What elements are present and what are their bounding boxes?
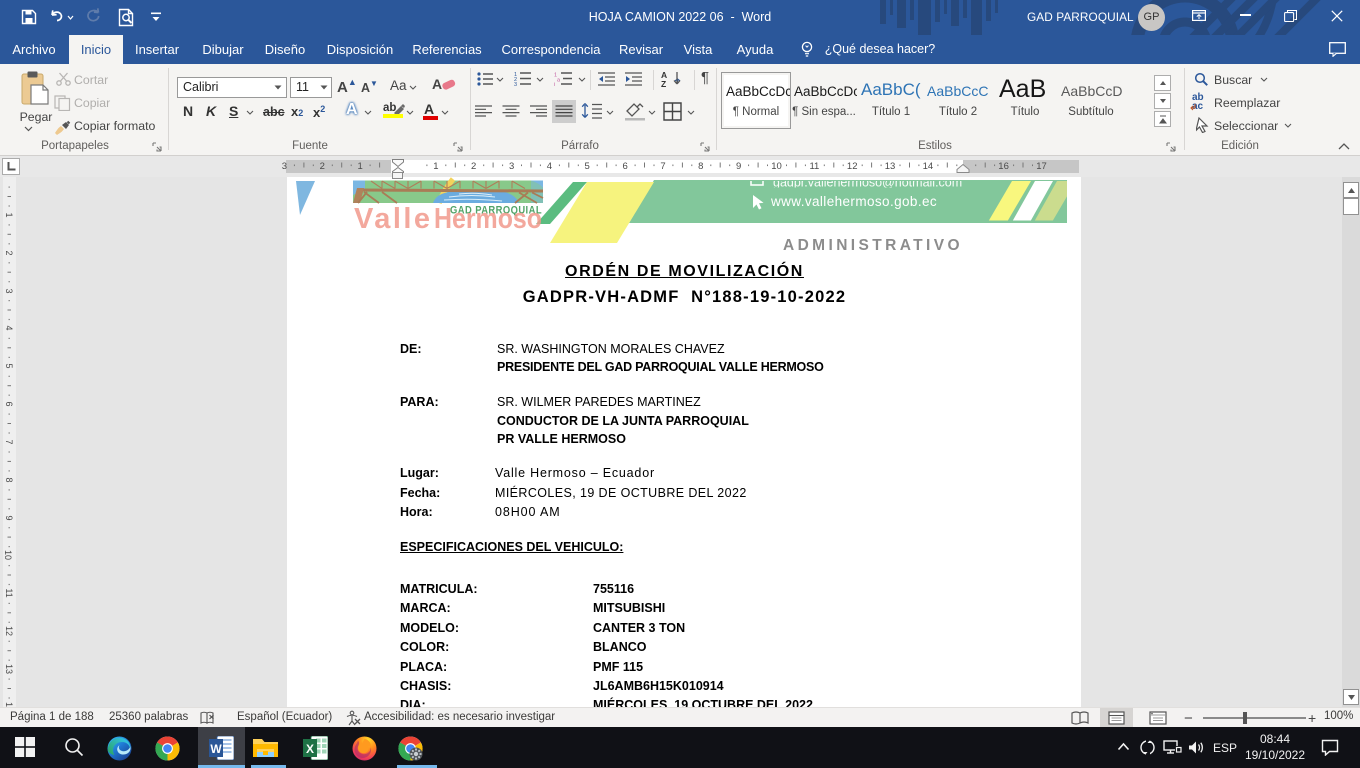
svg-text:13: 13 <box>4 664 14 674</box>
svg-text:2: 2 <box>4 250 14 255</box>
svg-text:Z: Z <box>661 79 666 88</box>
svg-text:8: 8 <box>698 161 703 172</box>
svg-text:1: 1 <box>4 212 14 217</box>
svg-text:2: 2 <box>320 161 325 172</box>
svg-text:6: 6 <box>4 401 14 406</box>
svg-text:7: 7 <box>4 439 14 444</box>
svg-text:3: 3 <box>509 161 514 172</box>
svg-text:11: 11 <box>4 588 14 597</box>
svg-text:5: 5 <box>4 363 14 368</box>
svg-text:a: a <box>557 78 561 84</box>
svg-text:10: 10 <box>771 161 782 172</box>
svg-text:4: 4 <box>547 161 552 172</box>
svg-text:16: 16 <box>998 161 1009 172</box>
svg-text:Hermoso: Hermoso <box>434 203 542 235</box>
svg-text:17: 17 <box>1036 161 1047 172</box>
svg-text:X: X <box>306 742 314 756</box>
svg-text:11: 11 <box>809 161 819 172</box>
svg-text:10: 10 <box>3 550 13 560</box>
svg-text:13: 13 <box>885 161 896 172</box>
svg-text:1: 1 <box>433 161 438 172</box>
svg-text:12: 12 <box>847 161 858 172</box>
svg-text:www.vallehermoso.gob.ec: www.vallehermoso.gob.ec <box>770 194 937 209</box>
svg-text:5: 5 <box>585 161 590 172</box>
svg-text:4: 4 <box>4 325 14 330</box>
svg-text:1: 1 <box>357 161 362 172</box>
svg-text:W: W <box>210 742 222 756</box>
svg-text:8: 8 <box>4 477 14 482</box>
svg-text:9: 9 <box>4 515 14 520</box>
svg-text:2: 2 <box>471 161 476 172</box>
svg-text:Valle: Valle <box>354 203 430 235</box>
svg-text:7: 7 <box>660 161 665 172</box>
svg-text:3: 3 <box>4 288 14 293</box>
svg-text:14: 14 <box>923 161 934 172</box>
svg-text:3: 3 <box>282 161 287 172</box>
svg-text:3: 3 <box>514 82 517 86</box>
svg-text:9: 9 <box>736 161 741 172</box>
svg-text:12: 12 <box>4 626 14 636</box>
svg-text:6: 6 <box>622 161 627 172</box>
svg-text:i: i <box>554 82 555 86</box>
